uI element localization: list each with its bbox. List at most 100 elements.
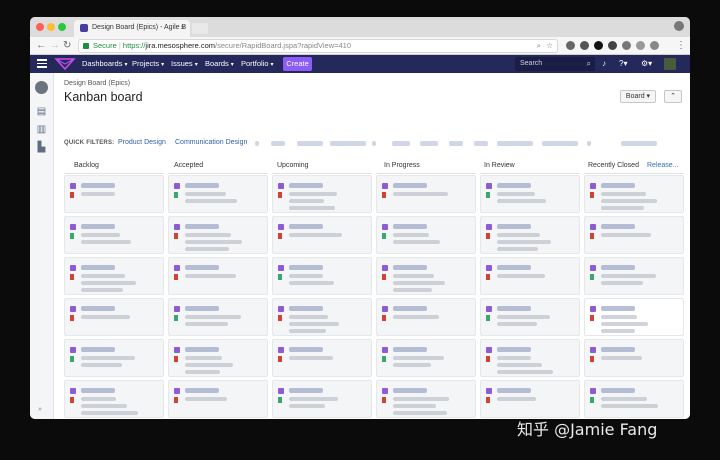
issue-card[interactable] [376,175,476,213]
issue-card[interactable] [584,339,684,377]
issue-card[interactable] [168,380,268,418]
issue-card[interactable] [376,339,476,377]
issue-key-obscured[interactable] [185,347,219,352]
help-icon[interactable]: ?▾ [619,59,627,68]
issue-card[interactable] [168,216,268,254]
issue-key-obscured[interactable] [289,224,323,229]
issue-card[interactable] [64,298,164,336]
issue-card[interactable] [480,175,580,213]
issue-card[interactable] [272,298,372,336]
nav-projects[interactable]: Projects ▾ [132,59,164,68]
info-extension-icon[interactable] [622,41,631,50]
reload-icon[interactable]: ↻ [63,39,71,53]
quick-filter-obscured[interactable] [542,141,578,146]
issue-key-obscured[interactable] [393,224,427,229]
issue-key-obscured[interactable] [393,265,427,270]
issue-key-obscured[interactable] [497,347,531,352]
quick-filter-obscured[interactable] [474,141,488,146]
close-window-button[interactable] [36,23,44,31]
issue-card[interactable] [480,339,580,377]
issue-key-obscured[interactable] [497,224,531,229]
issue-key-obscured[interactable] [185,183,219,188]
release-link[interactable]: Release... [647,162,679,169]
tab-close-icon[interactable]: × [180,23,185,32]
issue-card[interactable] [272,216,372,254]
quick-filter-obscured[interactable] [497,141,533,146]
issue-key-obscured[interactable] [601,347,635,352]
collapse-header-button[interactable]: ⌃ [664,90,682,103]
back-icon[interactable]: ← [36,39,46,53]
issue-key-obscured[interactable] [81,183,115,188]
user-avatar[interactable] [664,58,676,70]
issue-card[interactable] [584,175,684,213]
board-columns-icon[interactable]: ▥ [35,123,48,136]
issue-key-obscured[interactable] [497,388,531,393]
issue-key-obscured[interactable] [393,388,427,393]
notifications-icon[interactable]: ♪ [602,59,606,68]
issue-card[interactable] [272,339,372,377]
issue-card[interactable] [272,175,372,213]
board-menu-button[interactable]: Board ▾ [620,90,656,103]
issue-key-obscured[interactable] [81,224,115,229]
issue-card[interactable] [64,216,164,254]
issue-key-obscured[interactable] [81,347,115,352]
issue-card[interactable] [168,257,268,295]
expand-sidebar-icon[interactable]: » [38,406,42,413]
project-avatar-icon[interactable] [35,81,48,94]
bookmark-star-icon[interactable]: ☆ [546,40,553,52]
issue-key-obscured[interactable] [289,265,323,270]
issue-card[interactable] [584,216,684,254]
quick-filter-obscured[interactable] [255,141,259,146]
issue-card[interactable] [376,257,476,295]
extension-icon[interactable] [650,41,659,50]
search-page-icon[interactable]: ⌕ [537,40,541,52]
issue-key-obscured[interactable] [185,224,219,229]
new-tab-button[interactable] [192,23,208,34]
issue-card[interactable] [376,380,476,418]
issue-key-obscured[interactable] [497,265,531,270]
issue-card[interactable] [376,216,476,254]
browser-tab[interactable]: Design Board (Epics) - Agile B × [74,20,190,37]
issue-card[interactable] [64,257,164,295]
issue-card[interactable] [584,257,684,295]
quick-filter-obscured[interactable] [271,141,285,146]
issue-key-obscured[interactable] [601,388,635,393]
pocket-extension-icon[interactable] [566,41,575,50]
quick-filter-product-design[interactable]: Product Design [118,139,166,146]
issue-card[interactable] [480,380,580,418]
drop-extension-icon[interactable] [608,41,617,50]
issue-key-obscured[interactable] [497,183,531,188]
quick-filter-obscured[interactable] [621,141,657,146]
create-button[interactable]: Create [283,57,312,71]
issue-key-obscured[interactable] [601,306,635,311]
issue-card[interactable] [168,175,268,213]
issue-card[interactable] [168,298,268,336]
issue-key-obscured[interactable] [81,306,115,311]
quick-filter-obscured[interactable] [330,141,366,146]
mesosphere-logo-icon[interactable] [54,56,76,72]
app-switcher-icon[interactable] [37,59,47,68]
issue-key-obscured[interactable] [601,224,635,229]
issue-key-obscured[interactable] [81,388,115,393]
reports-icon[interactable]: ▙ [35,141,48,154]
breadcrumb[interactable]: Design Board (Epics) [64,80,130,87]
nav-issues[interactable]: Issues ▾ [171,59,198,68]
issue-key-obscured[interactable] [497,306,531,311]
search-input[interactable]: Search ⌕ [515,57,595,71]
issue-card[interactable] [272,380,372,418]
issue-key-obscured[interactable] [185,265,219,270]
minimize-window-button[interactable] [47,23,55,31]
issue-key-obscured[interactable] [289,183,323,188]
issue-card[interactable] [64,339,164,377]
issue-key-obscured[interactable] [81,265,115,270]
maximize-window-button[interactable] [58,23,66,31]
issue-card[interactable] [480,216,580,254]
address-bar[interactable]: Secure | https://jira.mesosphere.com/sec… [78,39,558,53]
issue-key-obscured[interactable] [393,306,427,311]
nav-portfolio[interactable]: Portfolio ▾ [241,59,274,68]
issue-card[interactable] [480,298,580,336]
quick-filter-obscured[interactable] [392,141,410,146]
quick-filter-obscured[interactable] [297,141,323,146]
quick-filter-obscured[interactable] [449,141,463,146]
issue-key-obscured[interactable] [393,347,427,352]
